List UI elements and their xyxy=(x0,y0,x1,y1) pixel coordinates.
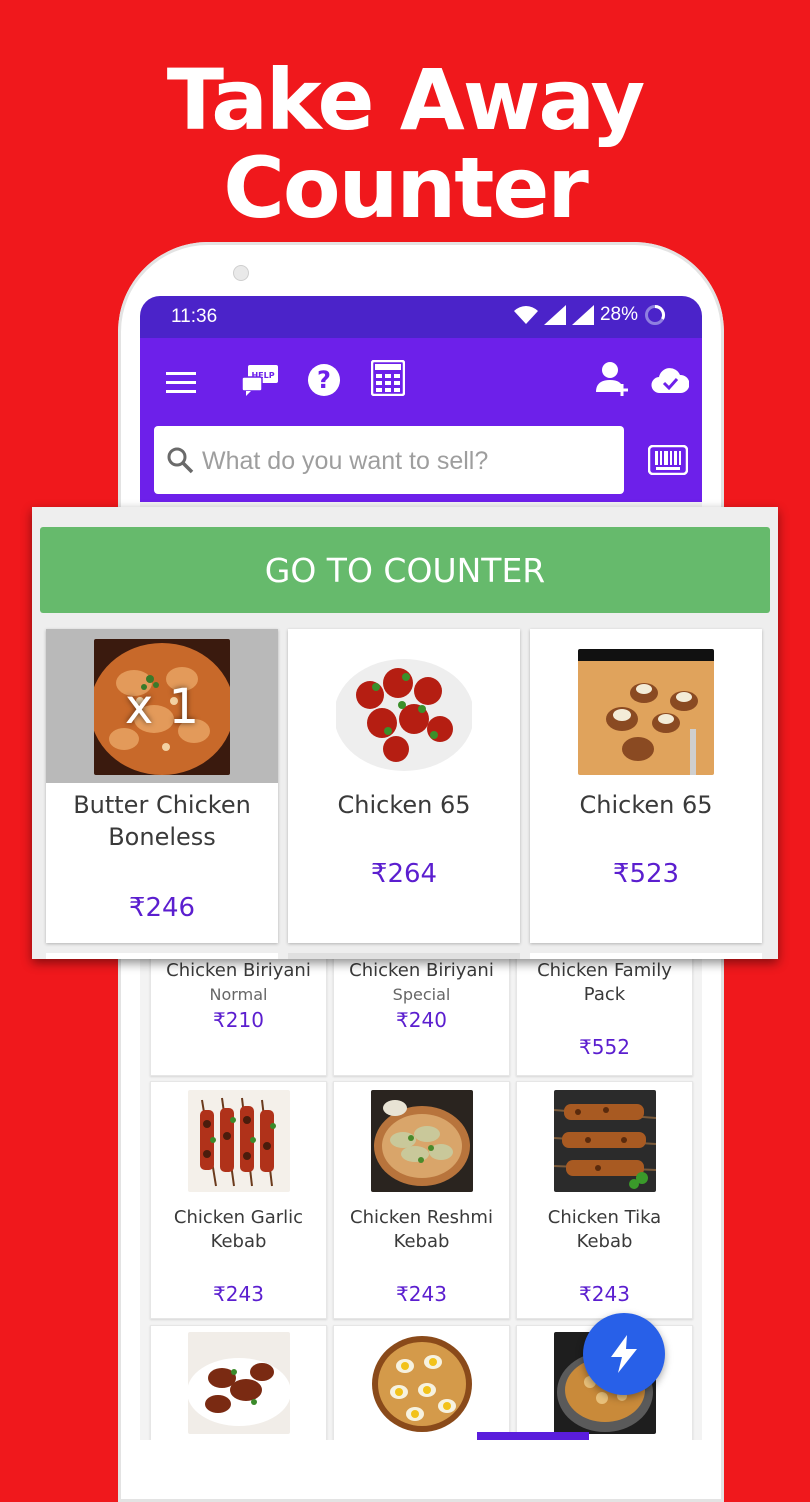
product-name: Chicken 65 xyxy=(579,791,713,819)
product-variant: Special xyxy=(392,985,451,1004)
search-icon xyxy=(167,447,194,474)
status-time: 11:36 xyxy=(171,306,218,327)
search-input[interactable] xyxy=(200,426,614,496)
search-box[interactable] xyxy=(154,426,624,496)
popup-product-card[interactable]: Chicken 65 ₹523 xyxy=(530,629,762,943)
product-price: ₹240 xyxy=(396,1008,447,1032)
battery-ring-icon xyxy=(645,305,665,325)
product-card[interactable]: Chicken Tika Kebab ₹243 xyxy=(516,1081,693,1319)
product-name: Chicken 65 xyxy=(337,791,471,819)
egg-biryani-image xyxy=(371,1332,473,1434)
question-icon[interactable]: ? xyxy=(304,360,344,400)
help-chat-icon[interactable]: HELP xyxy=(240,360,280,400)
reshmi-kebab-image xyxy=(371,1090,473,1192)
quick-action-button[interactable] xyxy=(583,1313,665,1395)
tikka-kebab-image xyxy=(554,1090,656,1192)
go-to-counter-button[interactable]: GO TO COUNTER xyxy=(40,527,770,613)
product-card[interactable]: Chicken Garlic Kebab ₹243 xyxy=(150,1081,327,1319)
bottom-tab-indicator xyxy=(477,1432,589,1440)
product-name-line2: Pack xyxy=(583,984,626,1005)
headline-line-1: Take Away xyxy=(166,51,645,149)
product-name: Chicken Biriyani xyxy=(349,960,494,981)
product-name: Chicken Family xyxy=(537,960,672,981)
product-card[interactable]: Chicken Reshmi Kebab ₹243 xyxy=(333,1081,510,1319)
product-name: Chicken Biriyani xyxy=(166,960,311,981)
headline-line-2: Counter xyxy=(223,139,589,237)
product-card[interactable]: Chicken Biriyani Normal ₹210 xyxy=(150,946,327,1076)
phone-camera xyxy=(233,265,249,281)
product-price: ₹243 xyxy=(396,1282,447,1306)
status-bar: 11:36 28% xyxy=(140,296,702,338)
menu-icon[interactable] xyxy=(164,366,198,400)
battery-percent: 28% xyxy=(599,304,638,325)
product-name-line2: Boneless xyxy=(108,823,216,851)
product-name: Chicken Reshmi xyxy=(350,1207,493,1228)
signal-icon xyxy=(571,305,594,325)
product-card[interactable]: Chicken Family Pack ₹552 xyxy=(516,946,693,1076)
next-row-card-edge xyxy=(530,953,762,959)
svg-text:?: ? xyxy=(317,366,331,394)
product-price: ₹246 xyxy=(128,893,196,923)
calculator-icon[interactable] xyxy=(369,358,407,398)
signal-icon xyxy=(543,305,566,325)
product-name: Chicken Tika xyxy=(547,1207,662,1228)
counter-popup: GO TO COUNTER x 1 Butter Chicken Boneles… xyxy=(32,507,778,959)
chicken-dish-image xyxy=(188,1332,290,1434)
product-price: ₹552 xyxy=(579,1035,630,1059)
app-bar: HELP ? xyxy=(140,338,702,502)
lightning-icon xyxy=(611,1335,637,1373)
product-name: Chicken Garlic xyxy=(173,1207,304,1228)
popup-product-card-selected[interactable]: x 1 Butter Chicken Boneless ₹246 xyxy=(46,629,278,943)
barcode-scan-icon[interactable] xyxy=(646,440,690,480)
add-user-icon[interactable] xyxy=(594,358,632,398)
product-price: ₹243 xyxy=(579,1282,630,1306)
product-card[interactable] xyxy=(150,1325,327,1440)
chicken-65-image xyxy=(336,639,472,775)
product-variant: Normal xyxy=(209,985,268,1004)
popup-product-card[interactable]: Chicken 65 ₹264 xyxy=(288,629,520,943)
product-name-line2: Kebab xyxy=(393,1231,450,1252)
product-name-line2: Kebab xyxy=(210,1231,267,1252)
product-name-line2: Kebab xyxy=(576,1231,633,1252)
quantity-badge: x 1 xyxy=(124,679,200,735)
product-price: ₹210 xyxy=(213,1008,264,1032)
product-price: ₹523 xyxy=(612,859,680,889)
kebab-skewers-image xyxy=(188,1090,290,1192)
product-name-line1: Butter Chicken xyxy=(73,791,251,819)
next-row-card-edge xyxy=(46,953,278,959)
product-price: ₹264 xyxy=(370,859,438,889)
next-row-card-edge xyxy=(288,953,520,959)
chicken-platter-image xyxy=(578,649,714,775)
product-price: ₹243 xyxy=(213,1282,264,1306)
product-card[interactable]: Chicken Biriyani Special ₹240 xyxy=(333,946,510,1076)
cloud-sync-icon[interactable] xyxy=(650,362,690,398)
product-name: Butter Chicken Boneless xyxy=(46,789,278,853)
wifi-icon xyxy=(513,306,538,324)
product-card[interactable] xyxy=(333,1325,510,1440)
